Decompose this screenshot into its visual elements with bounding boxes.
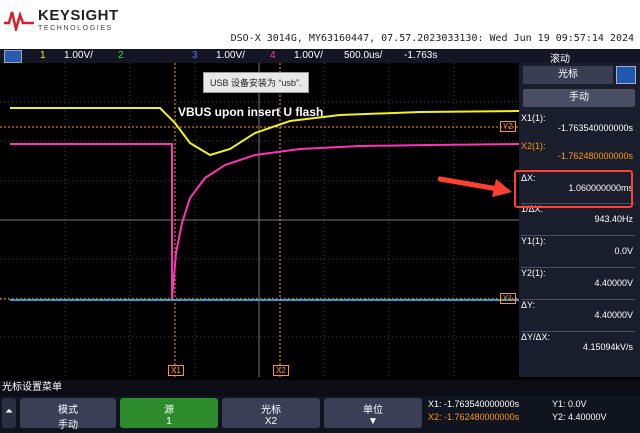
dy-dx-field: ΔY/ΔX: 4.15094kV/s — [521, 331, 635, 352]
keysight-wave-icon — [4, 11, 34, 31]
ch3-scale[interactable]: 1.00V/ — [216, 50, 245, 61]
ch4-trace — [10, 143, 519, 300]
cursor-x2-marker[interactable]: X2 — [273, 365, 289, 376]
units-softkey-label: 单位 — [363, 405, 383, 416]
ch1-scale[interactable]: 1.00V/ — [64, 50, 93, 61]
source-softkey-label: 源 — [164, 405, 174, 416]
brand-name: KEYSIGHT — [38, 7, 119, 24]
usb-notification: USB 设备安装为 “usb”. — [203, 72, 309, 93]
cursors-softkey[interactable]: 光标 X2 — [222, 398, 320, 428]
dy-dx-label: ΔY/ΔX: — [521, 332, 551, 342]
y2-value: 4.40000V — [594, 278, 633, 288]
mode-softkey-label: 模式 — [58, 405, 78, 416]
source-softkey-value: 1 — [166, 416, 172, 427]
channel-bar: 1 1.00V/ 2 3 1.00V/ 4 1.00V/ 500.0us/ -1… — [0, 49, 640, 65]
x1-label: X1(1): — [521, 113, 546, 123]
back-softkey[interactable]: ⏶ — [2, 398, 16, 428]
back-arrow-icon: ⏶ — [5, 406, 13, 417]
y1-field: Y1(1): 0.0V — [521, 235, 635, 256]
main-menu-icon[interactable] — [4, 50, 22, 63]
units-softkey[interactable]: 单位 ▼ — [324, 398, 422, 428]
mode-softkey-value: 手动 — [58, 420, 78, 431]
delta-y-value: 4.40000V — [594, 310, 633, 320]
model-info: DSO-X 3014G, MY63160447, 07.57.202303313… — [230, 33, 634, 44]
cursor-y2-marker[interactable]: Y2 — [500, 121, 516, 132]
y1-label: Y1(1): — [521, 236, 546, 246]
units-down-icon: ▼ — [368, 416, 378, 427]
inv-delta-x-value: 943.40Hz — [594, 214, 633, 224]
side-menu-icon[interactable] — [616, 66, 636, 84]
y1-value: 0.0V — [614, 246, 633, 256]
dy-dx-value: 4.15094kV/s — [582, 342, 633, 352]
readout-x2: X2: -1.762480000000s — [428, 412, 520, 422]
x1-field: X1(1): -1.763540000000s — [521, 113, 635, 133]
x1-value: -1.763540000000s — [557, 123, 633, 133]
softkey-bar: ⏶ 模式 手动 源 1 光标 X2 单位 ▼ X1: -1.7635400000… — [0, 396, 640, 433]
cursor-side-panel: 光标 手动 X1(1): -1.763540000000s X2(1): -1.… — [519, 63, 640, 377]
cursors-softkey-label: 光标 — [261, 405, 281, 416]
source-softkey[interactable]: 源 1 — [120, 398, 218, 428]
red-arrow-icon — [438, 176, 512, 197]
readout-x1: X1: -1.763540000000s — [428, 399, 520, 409]
cursor-x1-marker[interactable]: X1 — [168, 365, 184, 376]
time-delay[interactable]: -1.763s — [404, 50, 437, 61]
waveform-annotation: VBUS upon insert U flash — [178, 105, 324, 119]
ch1-number[interactable]: 1 — [40, 50, 46, 61]
readout-y1: Y1: 0.0V — [552, 399, 587, 409]
delta-y-field: ΔY: 4.40000V — [521, 299, 635, 320]
x2-value: -1.762480000000s — [557, 151, 633, 161]
delta-x-highlight-box — [514, 170, 633, 208]
ch2-number[interactable]: 2 — [118, 50, 124, 61]
mode-softkey[interactable]: 模式 手动 — [20, 398, 116, 431]
brand-subtitle: TECHNOLOGIES — [38, 25, 113, 32]
x2-field: X2(1): -1.762480000000s — [521, 141, 635, 161]
waveform-display[interactable]: USB 设备安装为 “usb”. VBUS upon insert U flas… — [0, 63, 519, 377]
status-line: 光标设置菜单 — [0, 380, 640, 396]
cursor-mode-button[interactable]: 手动 — [523, 89, 635, 107]
ch4-number[interactable]: 4 — [270, 50, 276, 61]
title-header: KEYSIGHT TECHNOLOGIES DSO-X 3014G, MY631… — [0, 0, 640, 49]
timebase-scale[interactable]: 500.0us/ — [344, 50, 382, 61]
side-panel-title: 光标 — [523, 66, 613, 84]
x2-label: X2(1): — [521, 141, 546, 151]
y2-label: Y2(1): — [521, 268, 546, 278]
cursors-softkey-value: X2 — [264, 416, 278, 427]
readout-y2: Y2: 4.40000V — [552, 412, 607, 422]
delta-y-label: ΔY: — [521, 300, 536, 310]
ch4-scale[interactable]: 1.00V/ — [294, 50, 323, 61]
cursor-y1-marker[interactable]: Y1 — [500, 293, 516, 304]
ch3-number[interactable]: 3 — [192, 50, 198, 61]
keysight-logo: KEYSIGHT TECHNOLOGIES — [4, 8, 119, 32]
y2-field: Y2(1): 4.40000V — [521, 267, 635, 288]
